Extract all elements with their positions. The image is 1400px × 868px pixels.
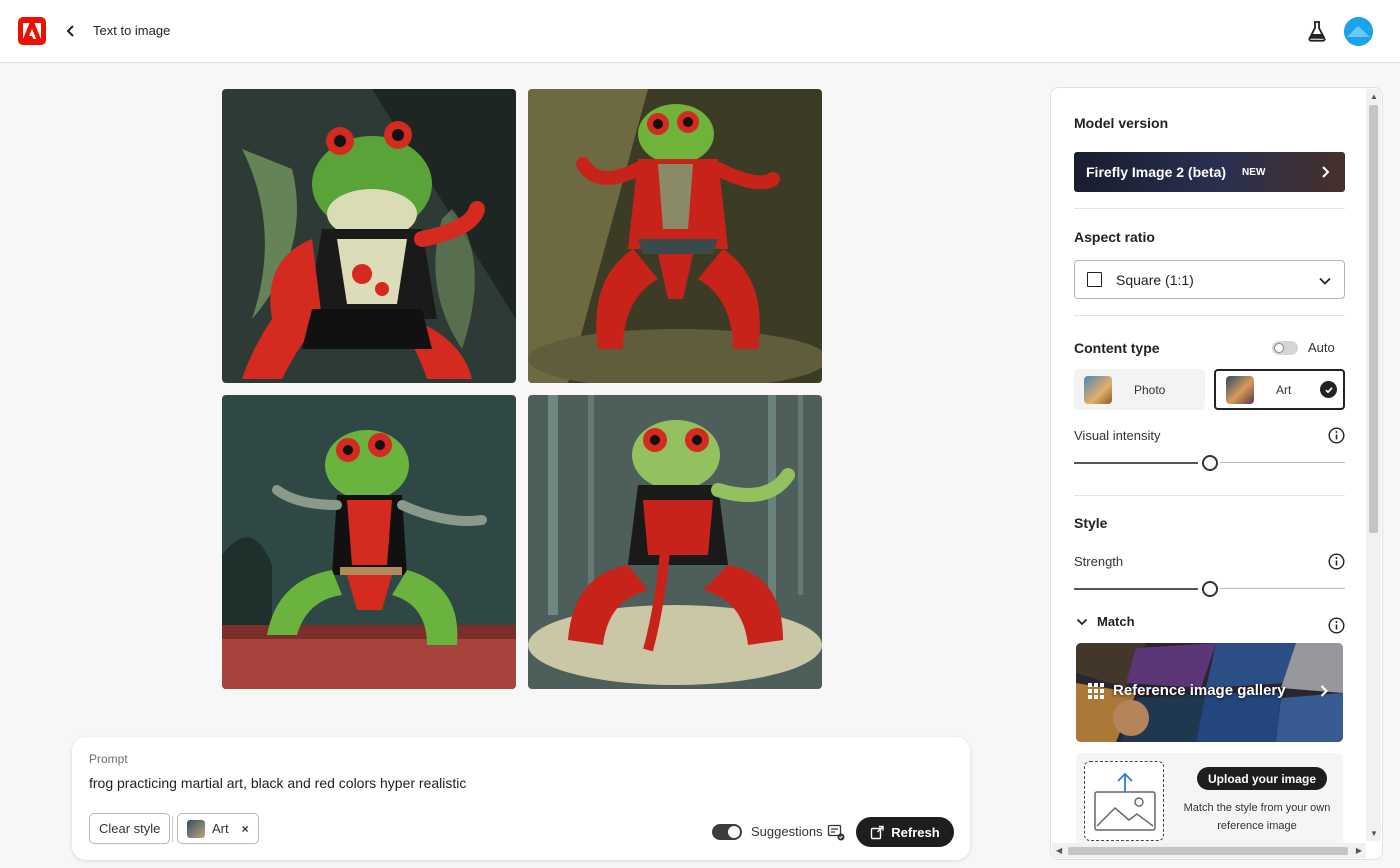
model-name: Firefly Image 2 (beta) (1086, 164, 1227, 180)
chip-divider (172, 816, 173, 842)
content-type-art[interactable]: Art (1214, 369, 1345, 410)
model-version-title: Model version (1074, 115, 1169, 131)
generated-image-4[interactable] (528, 395, 822, 689)
checkmark-icon (1320, 381, 1337, 398)
square-icon (1087, 272, 1102, 287)
visual-intensity-slider[interactable] (1074, 455, 1345, 471)
auto-label: Auto (1308, 340, 1335, 355)
divider (1074, 208, 1345, 209)
back-chevron-icon[interactable] (62, 22, 80, 40)
info-icon[interactable] (1328, 617, 1345, 634)
style-title: Style (1074, 515, 1108, 531)
prompt-label: Prompt (89, 752, 128, 766)
art-thumbnail (1226, 375, 1254, 404)
remove-chip-icon[interactable]: × (242, 822, 249, 836)
aspect-ratio-value: Square (1:1) (1116, 271, 1194, 288)
settings-panel: Model version Firefly Image 2 (beta) NEW… (1050, 87, 1383, 860)
content-type-photo[interactable]: Photo (1074, 369, 1205, 410)
reference-image-gallery-button[interactable]: Reference image gallery (1076, 643, 1343, 742)
refresh-icon (871, 825, 884, 839)
suggestions-label: Suggestions (751, 824, 823, 839)
style-chip-label: Art (212, 821, 229, 836)
beta-flask-icon[interactable] (1306, 20, 1328, 42)
new-badge: NEW (1242, 166, 1266, 178)
top-bar: Text to image (0, 0, 1400, 63)
generated-image-2[interactable] (528, 89, 822, 383)
strength-label: Strength (1074, 554, 1124, 569)
photo-thumbnail (1084, 375, 1112, 404)
suggestions-toggle[interactable] (712, 824, 742, 840)
slider-thumb[interactable] (1202, 581, 1218, 597)
refresh-label: Refresh (891, 824, 940, 840)
auto-toggle[interactable] (1272, 341, 1298, 355)
page-title: Text to image (93, 23, 171, 38)
grid-icon (1088, 683, 1104, 699)
upload-your-image-button[interactable]: Upload your image (1197, 767, 1328, 790)
chevron-right-icon (1322, 166, 1330, 178)
strength-slider[interactable] (1074, 581, 1345, 597)
divider (1074, 495, 1345, 496)
match-toggle[interactable]: Match (1076, 614, 1135, 629)
upload-description: Match the style from your own reference … (1183, 802, 1331, 832)
chevron-down-icon (1319, 277, 1331, 285)
generated-image-3[interactable] (222, 395, 516, 689)
adobe-logo-icon[interactable] (18, 17, 46, 45)
match-label: Match (1097, 614, 1135, 629)
panel-horizontal-scrollbar[interactable]: ◀ ▶ (1052, 843, 1366, 858)
prompt-panel: Prompt frog practicing martial art, blac… (72, 737, 970, 860)
aspect-ratio-title: Aspect ratio (1074, 229, 1155, 245)
refresh-button[interactable]: Refresh (856, 817, 954, 847)
info-icon[interactable] (1328, 427, 1345, 444)
model-version-button[interactable]: Firefly Image 2 (beta) NEW (1074, 152, 1345, 192)
visual-intensity-label: Visual intensity (1074, 428, 1161, 443)
panel-vertical-scrollbar[interactable]: ▲ ▼ (1366, 89, 1381, 841)
image-upload-icon (1094, 772, 1156, 831)
user-avatar[interactable] (1344, 17, 1373, 46)
divider (1074, 315, 1345, 316)
gallery-label: Reference image gallery (1113, 682, 1286, 699)
art-thumbnail (187, 819, 205, 838)
chevron-down-icon (1076, 618, 1088, 625)
upload-reference-area: Upload your image Match the style from y… (1076, 753, 1343, 848)
content-type-photo-label: Photo (1134, 382, 1166, 397)
slider-thumb[interactable] (1202, 455, 1218, 471)
aspect-ratio-select[interactable]: Square (1:1) (1074, 260, 1345, 299)
generated-image-1[interactable] (222, 89, 516, 383)
style-chip-art[interactable]: Art × (177, 813, 259, 844)
suggestions-settings-icon[interactable] (827, 823, 845, 841)
upload-dropzone[interactable] (1084, 761, 1164, 841)
info-icon[interactable] (1328, 553, 1345, 570)
clear-style-button[interactable]: Clear style (89, 813, 171, 844)
chevron-right-icon (1320, 685, 1328, 697)
prompt-input[interactable]: frog practicing martial art, black and r… (89, 775, 929, 791)
content-type-art-label: Art (1276, 382, 1292, 397)
content-type-title: Content type (1074, 340, 1160, 356)
